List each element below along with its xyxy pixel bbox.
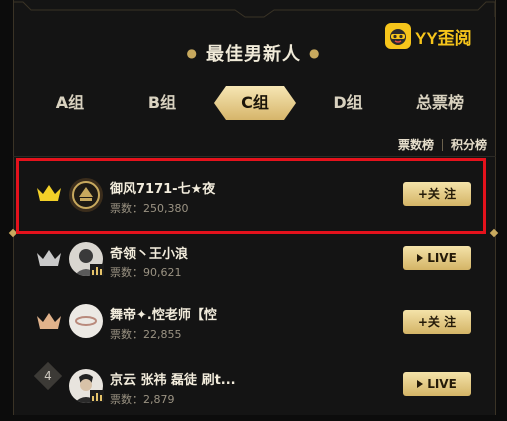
tab-c[interactable]: C组: [214, 86, 296, 120]
follow-button[interactable]: +关 注: [403, 310, 471, 334]
tab-b[interactable]: B组: [122, 86, 202, 120]
group-tabs: A组 B组 C组 D组 总票榜: [30, 86, 480, 120]
rank-number: 4: [44, 369, 52, 383]
list-item: 舞帝✦.悾老师【悾 票数：22,855 +关 注: [13, 290, 494, 356]
rank-links: 票数榜 积分榜: [398, 136, 487, 153]
list-item: 4 京云 张祎 磊徒 刷t... 票数：2,879 LIVE: [13, 355, 494, 421]
streamer-name[interactable]: 奇领丶王小浪: [110, 243, 188, 262]
bronze-crown-icon: [37, 313, 61, 329]
tab-a[interactable]: A组: [30, 86, 110, 120]
play-icon: [417, 254, 424, 262]
tab-d[interactable]: D组: [308, 86, 388, 120]
live-bars-icon: [90, 390, 104, 402]
live-label: LIVE: [427, 377, 457, 391]
streamer-name[interactable]: 京云 张祎 磊徒 刷t...: [110, 369, 236, 388]
list-item: 奇领丶王小浪 票数：90,621 LIVE: [13, 227, 494, 293]
votes-rank-link[interactable]: 票数榜: [398, 136, 434, 153]
vote-count: 票数：2,879: [110, 393, 175, 406]
page-title: ● 最佳男新人 ●: [0, 40, 507, 66]
title-dot-right: ●: [309, 46, 321, 60]
avatar: [69, 304, 103, 338]
silver-crown-icon: [37, 250, 61, 266]
points-rank-link[interactable]: 积分榜: [451, 136, 487, 153]
highlight-box: [16, 158, 486, 234]
link-separator: [441, 138, 443, 151]
list-divider: [13, 156, 496, 157]
title-dot-left: ●: [186, 46, 198, 60]
live-label: LIVE: [427, 251, 457, 265]
panel-top-ornament: [13, 0, 496, 18]
live-button[interactable]: LIVE: [403, 372, 471, 396]
tab-total[interactable]: 总票榜: [400, 86, 480, 120]
title-text: 最佳男新人: [206, 44, 301, 65]
streamer-name[interactable]: 舞帝✦.悾老师【悾: [110, 304, 217, 323]
rank-badge: 4: [33, 361, 63, 391]
play-icon: [417, 380, 424, 388]
vote-count: 票数：90,621: [110, 266, 182, 279]
live-button[interactable]: LIVE: [403, 246, 471, 270]
vote-count: 票数：22,855: [110, 328, 182, 341]
live-bars-icon: [90, 264, 104, 276]
